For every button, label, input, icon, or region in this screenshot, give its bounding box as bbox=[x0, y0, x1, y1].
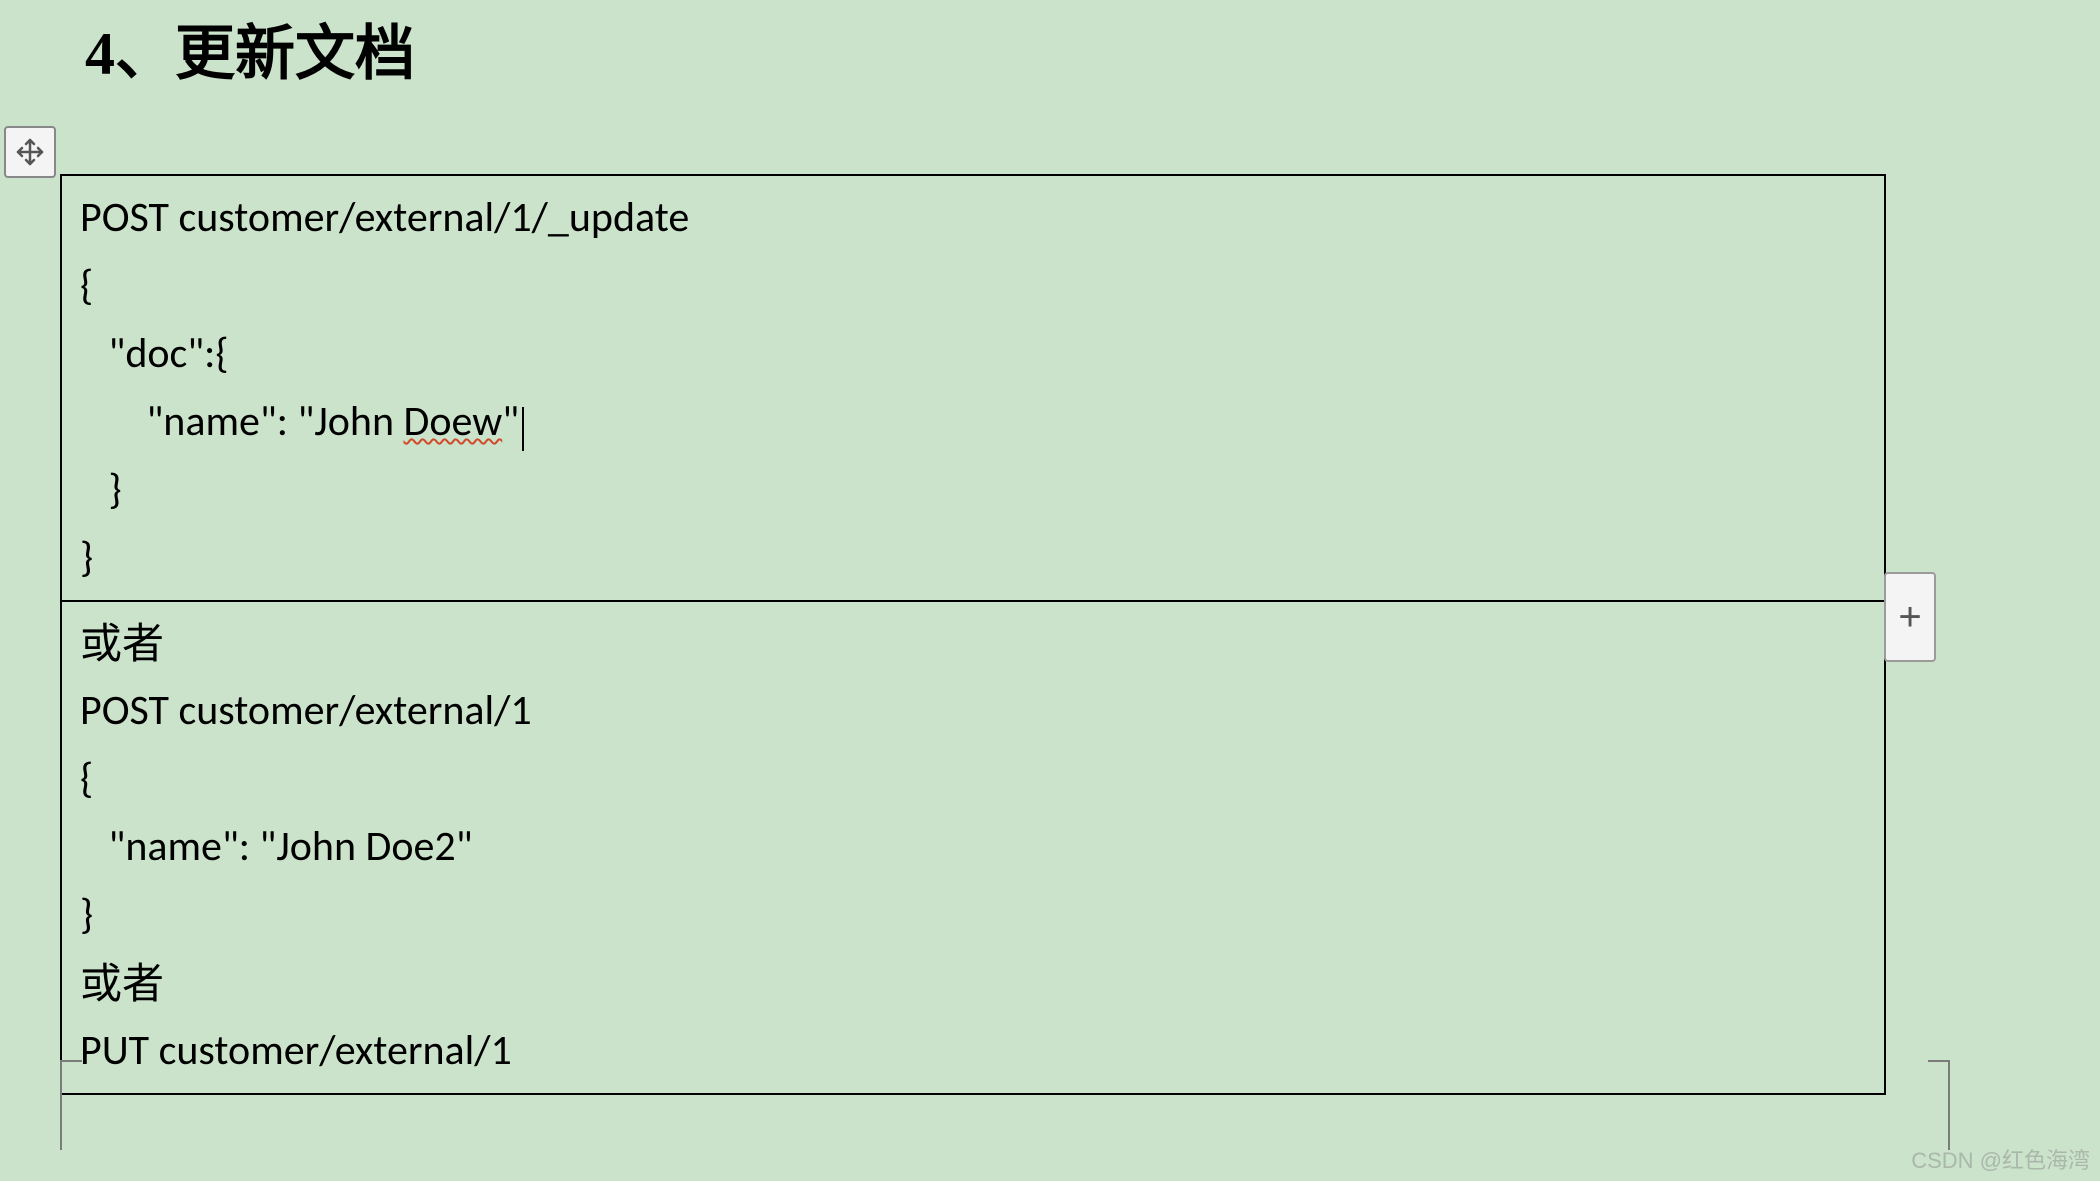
code-line: } bbox=[80, 524, 1866, 592]
page-margin-corner-bl bbox=[60, 1060, 150, 1150]
code-line: "doc":{ bbox=[80, 320, 1866, 388]
watermark-text: CSDN @红色海湾 bbox=[1911, 1143, 2090, 1175]
table-cell-1[interactable]: POST customer/external/1/_update { "doc"… bbox=[62, 176, 1884, 602]
table-cell-2[interactable]: 或者 POST customer/external/1 { "name": "J… bbox=[62, 602, 1884, 1093]
text-cursor-icon bbox=[520, 407, 524, 451]
code-line: { bbox=[80, 745, 1866, 813]
page-root: 4、更新文档 POST customer/external/1/_update … bbox=[0, 0, 2100, 1181]
move-handle-icon[interactable] bbox=[4, 126, 56, 178]
code-line: } bbox=[80, 881, 1866, 949]
move-arrows-icon bbox=[14, 136, 46, 168]
page-margin-corner-br bbox=[1860, 1060, 1950, 1150]
code-line: POST customer/external/1 bbox=[80, 677, 1866, 745]
text-line: 或者 bbox=[80, 950, 1866, 1017]
add-row-button[interactable]: + bbox=[1884, 572, 1936, 662]
spell-error-text: Doew bbox=[404, 396, 503, 447]
section-heading: 4、更新文档 bbox=[85, 5, 415, 92]
code-line: "name": "John Doew" bbox=[80, 388, 1866, 456]
code-line: { bbox=[80, 252, 1866, 320]
code-line: POST customer/external/1/_update bbox=[80, 184, 1866, 252]
code-text: " bbox=[502, 396, 519, 447]
code-table: POST customer/external/1/_update { "doc"… bbox=[60, 174, 1886, 1095]
plus-icon: + bbox=[1898, 597, 1921, 637]
code-text: "name": "John bbox=[80, 396, 404, 447]
code-line: } bbox=[80, 456, 1866, 524]
text-line: 或者 bbox=[80, 610, 1866, 677]
code-line: "name": "John Doe2" bbox=[80, 813, 1866, 881]
code-line: PUT customer/external/1 bbox=[80, 1017, 1866, 1085]
